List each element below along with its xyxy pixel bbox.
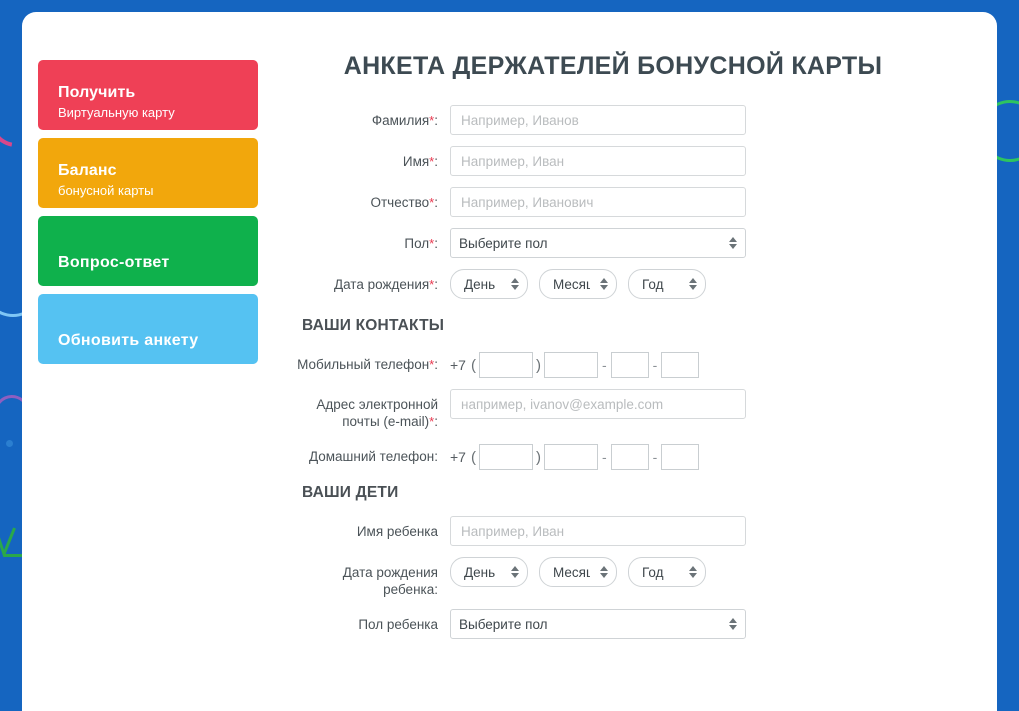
home-dash-1: - xyxy=(601,449,607,465)
decorative-dot-icon xyxy=(6,440,13,447)
mobile-phone-part3-input[interactable] xyxy=(661,352,700,378)
sidebar-item-subtitle: бонусной карты xyxy=(58,182,154,198)
mobile-open-paren: ( xyxy=(470,356,476,374)
sidebar-item-subtitle: Виртуальную карту xyxy=(58,104,175,120)
home-dash-2: - xyxy=(652,449,658,465)
sidebar-item-balance[interactable]: Баланс бонусной карты xyxy=(38,138,258,208)
mobile-phone-part2-input[interactable] xyxy=(610,352,649,378)
field-row-child-gender: Пол ребенка Выберите пол xyxy=(280,609,980,639)
home-phone-area-code-input[interactable] xyxy=(478,444,533,470)
field-row-child-birthdate: Дата рождения ребенка: День Месяц Год xyxy=(280,557,980,598)
gender-select[interactable]: Выберите пол xyxy=(450,228,746,258)
child-birthdate-group: День Месяц Год xyxy=(450,557,980,587)
field-row-surname: Фамилия*: xyxy=(280,105,980,135)
field-row-mobile-phone: Мобильный телефон*: +7 ( ) - - xyxy=(280,349,980,378)
required-marker: * xyxy=(429,414,435,429)
label-mobile-phone: Мобильный телефон*: xyxy=(297,357,438,372)
mobile-close-paren: ) xyxy=(535,356,541,374)
birth-month-wrap: Месяц xyxy=(539,269,617,299)
page-title: АНКЕТА ДЕРЖАТЕЛЕЙ БОНУСНОЙ КАРТЫ xyxy=(343,52,883,80)
section-heading-contacts: ВАШИ КОНТАКТЫ xyxy=(302,317,445,334)
label-patronymic: Отчество*: xyxy=(370,195,438,210)
sidebar-item-title: Вопрос-ответ xyxy=(58,254,170,271)
child-gender-select[interactable]: Выберите пол xyxy=(450,609,746,639)
children-section: Имя ребенка Дата рождения ребенка: День xyxy=(280,516,980,639)
required-marker: * xyxy=(429,154,435,169)
personal-section: Фамилия*: Имя*: Отчество*: xyxy=(280,105,980,299)
sidebar-item-title: Обновить анкету xyxy=(58,332,199,349)
child-birth-year-select[interactable]: Год xyxy=(628,557,706,587)
birth-year-select[interactable]: Год xyxy=(628,269,706,299)
mobile-phone-group: +7 ( ) - - xyxy=(450,349,980,378)
label-email: Адрес электронной почты (e-mail)*: xyxy=(316,397,438,429)
field-row-home-phone: Домашний телефон: +7 ( ) - - xyxy=(280,441,980,470)
home-close-paren: ) xyxy=(535,448,541,466)
sidebar-item-get-virtual-card[interactable]: Получить Виртуальную карту xyxy=(38,60,258,130)
sidebar-item-faq[interactable]: Вопрос-ответ xyxy=(38,216,258,286)
home-phone-part1-input[interactable] xyxy=(543,444,598,470)
surname-input[interactable] xyxy=(450,105,746,135)
label-gender: Пол*: xyxy=(404,236,438,251)
field-row-birthdate: Дата рождения*: День Месяц Год xyxy=(280,269,980,299)
label-home-phone: Домашний телефон: xyxy=(308,449,438,464)
home-open-paren: ( xyxy=(470,448,476,466)
label-surname: Фамилия*: xyxy=(371,113,438,128)
contacts-section: Мобильный телефон*: +7 ( ) - - Адрес эле… xyxy=(280,349,980,470)
label-child-birthdate: Дата рождения ребенка: xyxy=(342,565,438,597)
field-row-child-name: Имя ребенка xyxy=(280,516,980,546)
home-phone-prefix: +7 xyxy=(450,449,466,465)
child-birth-day-select[interactable]: День xyxy=(450,557,528,587)
form-card: Получить Виртуальную карту Баланс бонусн… xyxy=(22,12,997,711)
mobile-phone-part1-input[interactable] xyxy=(543,352,598,378)
patronymic-input[interactable] xyxy=(450,187,746,217)
child-birth-day-wrap: День xyxy=(450,557,528,587)
mobile-phone-area-code-input[interactable] xyxy=(478,352,533,378)
child-gender-select-wrap: Выберите пол xyxy=(450,609,746,639)
sidebar-item-update-form[interactable]: Обновить анкету xyxy=(38,294,258,364)
label-child-name: Имя ребенка xyxy=(356,524,438,539)
home-phone-part2-input[interactable] xyxy=(610,444,649,470)
label-firstname: Имя*: xyxy=(402,154,438,169)
birth-month-select[interactable]: Месяц xyxy=(539,269,617,299)
sidebar-item-title: Получить xyxy=(58,83,136,101)
section-heading-children: ВАШИ ДЕТИ xyxy=(302,484,399,501)
birth-year-wrap: Год xyxy=(628,269,706,299)
email-input[interactable] xyxy=(450,389,746,419)
birth-day-select[interactable]: День xyxy=(450,269,528,299)
mobile-dash-2: - xyxy=(652,357,658,373)
birth-day-wrap: День xyxy=(450,269,528,299)
child-birth-month-wrap: Месяц xyxy=(539,557,617,587)
field-row-gender: Пол*: Выберите пол xyxy=(280,228,980,258)
mobile-dash-1: - xyxy=(601,357,607,373)
required-marker: * xyxy=(429,236,435,251)
label-child-gender: Пол ребенка xyxy=(358,617,438,632)
field-row-firstname: Имя*: xyxy=(280,146,980,176)
form-area: АНКЕТА ДЕРЖАТЕЛЕЙ БОНУСНОЙ КАРТЫ Фамилия… xyxy=(280,52,980,650)
sidebar-item-title: Баланс xyxy=(58,161,117,179)
birthdate-group: День Месяц Год xyxy=(450,269,980,299)
home-phone-part3-input[interactable] xyxy=(661,444,700,470)
firstname-input[interactable] xyxy=(450,146,746,176)
required-marker: * xyxy=(429,113,435,128)
required-marker: * xyxy=(429,277,435,292)
sidebar-nav: Получить Виртуальную карту Баланс бонусн… xyxy=(38,60,258,372)
field-row-patronymic: Отчество*: xyxy=(280,187,980,217)
child-name-input[interactable] xyxy=(450,516,746,546)
required-marker: * xyxy=(429,195,435,210)
child-birth-year-wrap: Год xyxy=(628,557,706,587)
gender-select-wrap: Выберите пол xyxy=(450,228,746,258)
child-birth-month-select[interactable]: Месяц xyxy=(539,557,617,587)
required-marker: * xyxy=(429,357,435,372)
label-birthdate: Дата рождения*: xyxy=(333,277,438,292)
mobile-phone-prefix: +7 xyxy=(450,357,466,373)
field-row-email: Адрес электронной почты (e-mail)*: xyxy=(280,389,980,430)
home-phone-group: +7 ( ) - - xyxy=(450,441,980,470)
